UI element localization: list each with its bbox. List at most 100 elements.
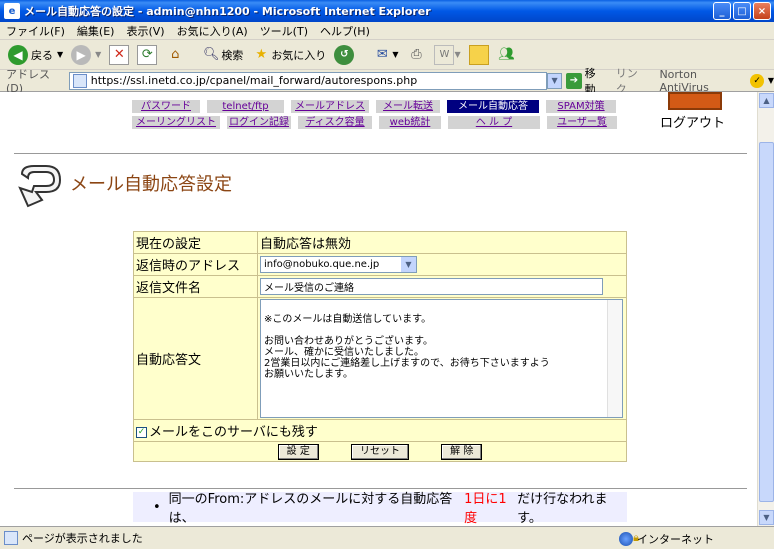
security-zone: インターネット	[619, 531, 714, 547]
scroll-up-icon[interactable]: ▲	[759, 93, 774, 108]
ie-app-icon: e	[4, 3, 20, 19]
menu-file[interactable]: ファイル(F)	[6, 23, 65, 39]
nav-login-log[interactable]: ログイン記録	[227, 116, 291, 129]
nav-spam[interactable]: SPAM対策	[546, 100, 616, 113]
zone-label: インターネット	[637, 533, 714, 546]
page-icon	[4, 531, 18, 545]
page-icon	[72, 73, 87, 88]
reset-button[interactable]: リセット	[351, 444, 409, 460]
forward-button[interactable]: ▶ ▼	[71, 44, 101, 65]
logout-icon	[668, 92, 722, 110]
back-label: 戻る	[31, 48, 53, 62]
nav-password[interactable]: パスワード	[132, 100, 200, 113]
subject-value: メール受信のご連絡	[264, 283, 354, 294]
address-input[interactable]: https://ssl.inetd.co.jp/cpanel/mail_forw…	[68, 71, 547, 90]
nav-mail-autoreply[interactable]: メール自動応答	[447, 100, 539, 113]
set-button[interactable]: 設 定	[277, 444, 319, 460]
menu-help[interactable]: ヘルプ(H)	[320, 23, 370, 39]
chevron-down-icon[interactable]: ▼	[392, 50, 398, 59]
close-button[interactable]: ×	[753, 2, 771, 20]
nav-web-stats[interactable]: web統計	[379, 116, 441, 129]
address-dropdown[interactable]: ▼	[546, 72, 563, 89]
search-button[interactable]: 🔍︎ 検索	[201, 45, 243, 65]
forward-arrow-icon: ▶	[71, 44, 92, 65]
address-bar: アドレス(D) https://ssl.inetd.co.jp/cpanel/m…	[0, 67, 774, 96]
star-icon: ★	[255, 47, 268, 62]
subject-label: 返信文件名	[133, 275, 258, 298]
menu-tools[interactable]: ツール(T)	[260, 23, 308, 39]
favorites-label: お気に入り	[271, 48, 327, 62]
note-highlight: 1日に1度	[464, 492, 507, 526]
mail-icon: ✉	[376, 47, 388, 62]
scrollbar-thumb[interactable]	[759, 142, 774, 502]
divider	[14, 153, 747, 154]
globe-icon	[619, 532, 633, 546]
menu-favorites[interactable]: お気に入り(A)	[177, 23, 248, 39]
menu-edit[interactable]: 編集(E)	[77, 23, 115, 39]
nav-telnet-ftp[interactable]: telnet/ftp	[207, 100, 284, 113]
note-text-end: だけ行なわれます。	[517, 492, 608, 526]
chevron-down-icon[interactable]: ▼	[95, 50, 101, 59]
note-text: 同一のFrom:アドレスのメールに対する自動応答は、	[168, 492, 453, 526]
logout-button[interactable]: ログアウト	[660, 92, 725, 131]
maximize-button[interactable]: □	[733, 2, 751, 20]
messenger-button[interactable]: 👥︎	[497, 45, 517, 65]
chevron-down-icon[interactable]: ▼	[401, 257, 416, 272]
print-button[interactable]: ⎙	[406, 45, 426, 65]
chevron-down-icon[interactable]: ▼	[454, 50, 460, 59]
keep-copy-checkbox[interactable]: ✓	[136, 427, 147, 438]
nav-menu: パスワード telnet/ftp メールアドレス メール転送 メール自動応答 S…	[132, 100, 617, 132]
nav-disk-usage[interactable]: ディスク容量	[298, 116, 372, 129]
mail-button[interactable]: ✉ ▼	[372, 45, 399, 65]
current-setting-value: 自動応答は無効	[257, 231, 627, 254]
norton-icon[interactable]: ✓	[750, 73, 764, 88]
status-bar: ページが表示されました 🔒︎ インターネット	[0, 526, 774, 549]
favorites-button[interactable]: ★ お気に入り	[251, 45, 326, 65]
nav-help[interactable]: ヘ ル プ	[448, 116, 540, 129]
nav-user-list[interactable]: ユーザー覧	[547, 116, 617, 129]
stop-icon: ✕	[109, 44, 130, 65]
reply-address-select[interactable]: info@nobuko.que.ne.jp ▼	[260, 256, 417, 273]
go-arrow-icon: ➔	[566, 72, 582, 89]
body-label: 自動応答文	[133, 297, 258, 420]
page-title: メール自動応答設定	[70, 174, 232, 195]
logout-label: ログアウト	[660, 116, 726, 131]
menu-view[interactable]: 表示(V)	[126, 23, 164, 39]
address-label: アドレス(D)	[6, 68, 50, 95]
subject-input[interactable]: メール受信のご連絡	[260, 278, 603, 295]
back-button[interactable]: ◀ 戻る ▼	[8, 44, 63, 65]
current-setting-label: 現在の設定	[133, 231, 258, 254]
toolbar: ◀ 戻る ▼ ▶ ▼ ✕ ⟳ ⌂ 🔍︎ 検索 ★ お気に入り ↺ ✉ ▼ ⎙ W…	[0, 40, 774, 70]
vertical-scrollbar[interactable]: ▲ ▼	[757, 92, 774, 526]
refresh-button[interactable]: ⟳	[137, 44, 158, 65]
keep-copy-label: メールをこのサーバにも残す	[149, 425, 318, 440]
norton-label[interactable]: Norton AntiVirus	[659, 68, 746, 94]
back-arrow-icon: ◀	[8, 44, 28, 65]
disable-button[interactable]: 解 除	[441, 444, 483, 460]
messenger-icon: 👥︎	[498, 47, 515, 62]
chevron-down-icon[interactable]: ▼	[768, 76, 774, 85]
keep-copy-row: ✓ メールをこのサーバにも残す	[133, 419, 627, 442]
nav-mailing-list[interactable]: メーリングリスト	[132, 116, 220, 129]
note-icon	[468, 44, 489, 65]
edit-button[interactable]: W ▼	[434, 44, 461, 65]
history-button[interactable]: ↺	[334, 44, 355, 65]
search-label: 検索	[221, 48, 244, 62]
chevron-down-icon[interactable]: ▼	[57, 50, 63, 59]
scroll-down-icon[interactable]: ▼	[759, 510, 774, 525]
textarea-scrollbar[interactable]	[607, 300, 622, 417]
discuss-button[interactable]	[468, 44, 489, 65]
nav-mail-address[interactable]: メールアドレス	[291, 100, 369, 113]
nav-mail-forward[interactable]: メール転送	[376, 100, 440, 113]
button-row: 設 定 リセット 解 除	[133, 441, 627, 462]
address-url: https://ssl.inetd.co.jp/cpanel/mail_forw…	[90, 74, 418, 87]
minimize-button[interactable]: _	[713, 2, 731, 20]
stop-button[interactable]: ✕	[109, 44, 130, 65]
autoreply-form: 現在の設定 自動応答は無効 返信時のアドレス info@nobuko.que.n…	[133, 231, 627, 462]
menu-bar: ファイル(F) 編集(E) 表示(V) お気に入り(A) ツール(T) ヘルプ(…	[0, 22, 774, 62]
home-icon: ⌂	[171, 47, 180, 62]
status-text: ページが表示されました	[22, 532, 143, 545]
home-button[interactable]: ⌂	[165, 45, 185, 65]
search-icon: 🔍︎	[203, 47, 220, 62]
body-textarea[interactable]: ※このメールは自動送信しています。 お問い合わせありがとうございます。 メール、…	[260, 299, 623, 418]
